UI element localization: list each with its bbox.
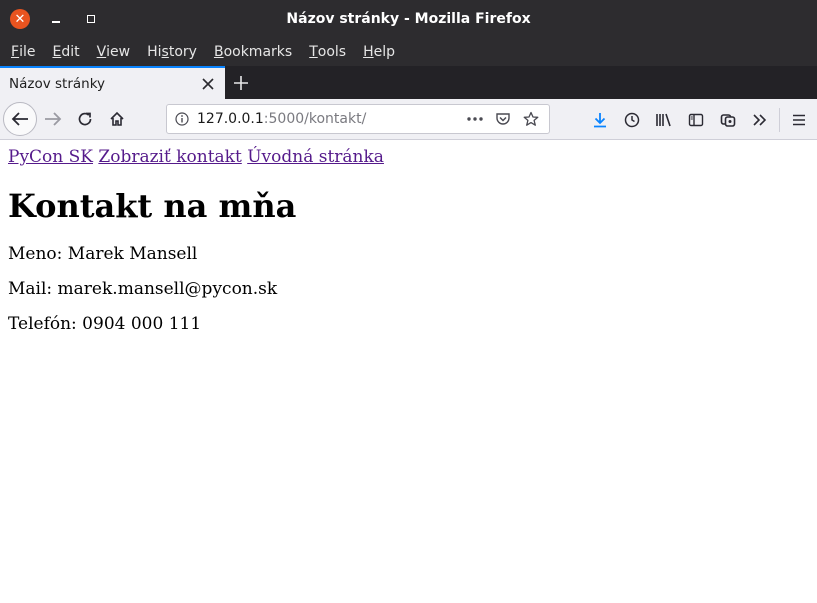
tab-close-icon[interactable] bbox=[198, 74, 218, 94]
link-show-contact[interactable]: Zobraziť kontakt bbox=[98, 147, 241, 167]
tab-strip: Názov stránky bbox=[0, 66, 817, 99]
menu-help[interactable]: Help bbox=[354, 37, 403, 66]
tab-label: Názov stránky bbox=[9, 75, 106, 92]
toolbar-separator bbox=[779, 107, 780, 132]
page-content: PyCon SK Zobraziť kontakt Úvodná stránka… bbox=[0, 140, 817, 603]
contact-mail: Mail: marek.mansell@pycon.sk bbox=[8, 279, 278, 299]
menu-tools[interactable]: Tools bbox=[300, 37, 354, 66]
hamburger-menu-icon[interactable] bbox=[783, 104, 815, 136]
library-icon[interactable] bbox=[648, 104, 680, 136]
overflow-chevron-icon[interactable] bbox=[744, 104, 776, 136]
link-home[interactable]: Úvodná stránka bbox=[247, 147, 384, 167]
nav-toolbar: 127.0.0.1:5000/kontakt/ bbox=[0, 99, 817, 140]
home-button[interactable] bbox=[101, 103, 133, 135]
reload-icon bbox=[78, 112, 92, 126]
star-icon[interactable] bbox=[517, 105, 545, 133]
back-button[interactable] bbox=[3, 102, 37, 136]
page-nav-links: PyCon SK Zobraziť kontakt Úvodná stránka bbox=[8, 148, 809, 166]
info-icon[interactable] bbox=[167, 112, 197, 126]
arrow-right-icon bbox=[45, 112, 62, 126]
contact-name: Meno: Marek Mansell bbox=[8, 244, 198, 264]
menu-file[interactable]: File bbox=[2, 37, 43, 66]
title-bar: ✕ Názov stránky - Mozilla Firefox bbox=[0, 0, 817, 37]
url-actions bbox=[461, 105, 549, 133]
arrow-left-icon bbox=[11, 112, 28, 126]
page-actions-icon[interactable] bbox=[461, 105, 489, 133]
menu-history[interactable]: Hi s tory bbox=[138, 37, 205, 66]
reload-button[interactable] bbox=[69, 103, 101, 135]
forward-button[interactable] bbox=[37, 103, 69, 135]
menu-edit[interactable]: Edit bbox=[43, 37, 87, 66]
page-heading: Kontakt na mňa bbox=[8, 187, 297, 225]
pocket-icon[interactable] bbox=[489, 105, 517, 133]
home-icon bbox=[110, 111, 124, 126]
url-text[interactable]: 127.0.0.1:5000/kontakt/ bbox=[197, 111, 461, 127]
tab-active[interactable]: Názov stránky bbox=[0, 66, 225, 99]
menu-bookmarks[interactable]: Bookmarks bbox=[205, 37, 300, 66]
window-controls: ✕ bbox=[10, 9, 95, 29]
close-icon[interactable]: ✕ bbox=[10, 9, 30, 29]
contact-phone: Telefón: 0904 000 111 bbox=[8, 314, 202, 334]
maximize-icon[interactable] bbox=[87, 15, 95, 23]
download-icon[interactable] bbox=[584, 104, 616, 136]
toolbar-right bbox=[584, 99, 815, 140]
menu-view[interactable]: View bbox=[88, 37, 139, 66]
contact-info: Meno: Marek Mansell Mail: marek.mansell@… bbox=[8, 244, 809, 334]
minimize-icon[interactable] bbox=[52, 21, 60, 23]
history-clock-icon[interactable] bbox=[616, 104, 648, 136]
link-pycon-sk[interactable]: PyCon SK bbox=[8, 147, 93, 167]
synced-tabs-icon[interactable] bbox=[712, 104, 744, 136]
plus-icon[interactable] bbox=[225, 66, 257, 99]
url-bar[interactable]: 127.0.0.1:5000/kontakt/ bbox=[166, 104, 550, 134]
menu-bar: File Edit View Hi s tory Bookmarks Tools H… bbox=[0, 37, 817, 66]
sidebar-icon[interactable] bbox=[680, 104, 712, 136]
window-title: Názov stránky - Mozilla Firefox bbox=[286, 10, 531, 27]
